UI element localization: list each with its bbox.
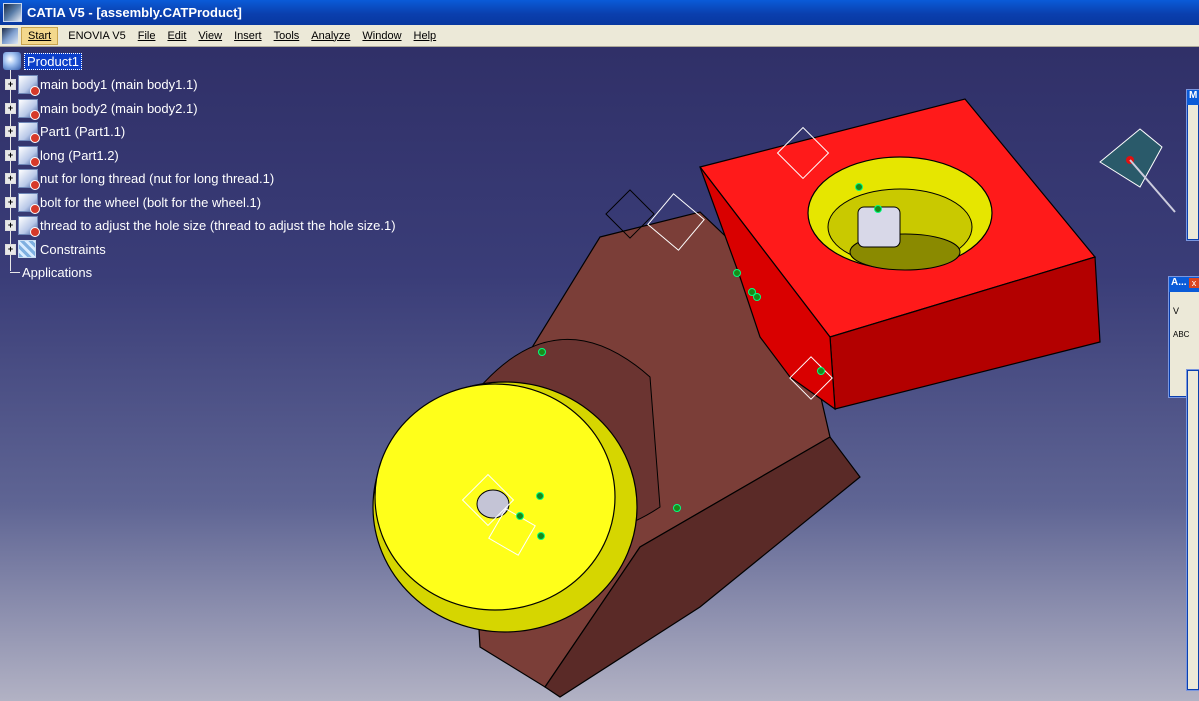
analysis-tool-2[interactable]: ABC (1173, 330, 1199, 339)
expand-icon[interactable]: + (5, 78, 16, 90)
expand-icon[interactable]: + (5, 219, 16, 231)
tree-item-label[interactable]: Part1 (Part1.1) (40, 124, 125, 139)
tree-connector (10, 271, 20, 273)
menu-tools[interactable]: Tools (268, 28, 306, 44)
tree-item-label[interactable]: nut for long thread (nut for long thread… (40, 171, 274, 186)
expand-icon[interactable]: + (5, 149, 16, 161)
constraint-marker (673, 504, 681, 512)
tree-item[interactable]: + long (Part1.2) (5, 145, 119, 167)
tree-root-label[interactable]: Product1 (24, 52, 83, 70)
tree-item[interactable]: + main body1 (main body1.1) (5, 74, 198, 96)
tree-item[interactable]: + thread to adjust the hole size (thread… (5, 215, 396, 237)
menu-window[interactable]: Window (356, 28, 407, 44)
tree-item-label[interactable]: thread to adjust the hole size (thread t… (40, 218, 396, 233)
tree-item-label[interactable]: long (Part1.2) (40, 148, 119, 163)
tree-item[interactable]: + main body2 (main body2.1) (5, 98, 198, 120)
constraint-marker (753, 293, 761, 301)
analysis-tool-1[interactable]: V (1173, 306, 1199, 316)
menu-bar: Start ENOVIA V5 File Edit View Insert To… (0, 25, 1199, 47)
3d-viewport[interactable]: Product1 + main body1 (main body1.1) + m… (0, 47, 1199, 701)
constraint-marker (537, 532, 545, 540)
toolbar-panel-bottom[interactable] (1186, 369, 1199, 691)
part-icon (18, 98, 40, 120)
tree-constraints[interactable]: + Constraints (5, 239, 106, 259)
tree-item-label[interactable]: bolt for the wheel (bolt for the wheel.1… (40, 195, 261, 210)
toolbar-panel-caption: M (1187, 90, 1199, 105)
expand-icon[interactable]: + (5, 172, 16, 184)
expand-icon[interactable]: + (5, 196, 16, 208)
constraints-icon (18, 240, 36, 258)
part-icon (18, 145, 40, 167)
part-icon (18, 74, 40, 96)
expand-icon[interactable]: + (5, 243, 16, 255)
tree-item[interactable]: + nut for long thread (nut for long thre… (5, 168, 274, 190)
menu-file[interactable]: File (132, 28, 162, 44)
tree-item[interactable]: + Part1 (Part1.1) (5, 121, 125, 143)
catia-logo-icon[interactable] (2, 27, 18, 44)
tree-applications-label[interactable]: Applications (22, 265, 92, 280)
catia-app-icon[interactable] (3, 3, 22, 22)
close-icon[interactable]: x (1189, 278, 1199, 288)
menu-view[interactable]: View (192, 28, 228, 44)
expand-icon[interactable]: + (5, 102, 16, 114)
constraint-marker (733, 269, 741, 277)
product-icon (3, 52, 21, 70)
constraint-marker (536, 492, 544, 500)
wheel-hub (476, 489, 510, 519)
menu-start[interactable]: Start (21, 26, 59, 45)
menu-enovia[interactable]: ENOVIA V5 (62, 28, 131, 44)
constraint-marker (538, 348, 546, 356)
part-icon (18, 215, 40, 237)
hole-bolt (857, 206, 901, 248)
menu-help[interactable]: Help (408, 28, 443, 44)
constraint-marker (855, 183, 863, 191)
menu-insert[interactable]: Insert (228, 28, 268, 44)
tree-item-label[interactable]: main body1 (main body1.1) (40, 77, 198, 92)
part-icon (18, 168, 40, 190)
tree-item-label[interactable]: main body2 (main body2.1) (40, 101, 198, 116)
window-title: CATIA V5 - [assembly.CATProduct] (27, 5, 242, 20)
menu-edit[interactable]: Edit (161, 28, 192, 44)
title-bar: CATIA V5 - [assembly.CATProduct] (0, 0, 1199, 25)
constraint-marker (817, 367, 825, 375)
compass-icon (1099, 128, 1176, 213)
tree-root[interactable]: Product1 (3, 51, 83, 71)
toolbar-panel-top[interactable]: M (1186, 89, 1199, 241)
constraint-marker (516, 512, 524, 520)
part-icon (18, 121, 40, 143)
expand-icon[interactable]: + (5, 125, 16, 137)
tree-applications[interactable]: Applications (10, 262, 92, 282)
tree-constraints-label[interactable]: Constraints (40, 242, 106, 257)
part-icon (18, 192, 40, 214)
tree-item[interactable]: + bolt for the wheel (bolt for the wheel… (5, 192, 261, 214)
menu-analyze[interactable]: Analyze (305, 28, 356, 44)
constraint-marker (874, 205, 882, 213)
assembly-model[interactable] (0, 47, 1199, 701)
